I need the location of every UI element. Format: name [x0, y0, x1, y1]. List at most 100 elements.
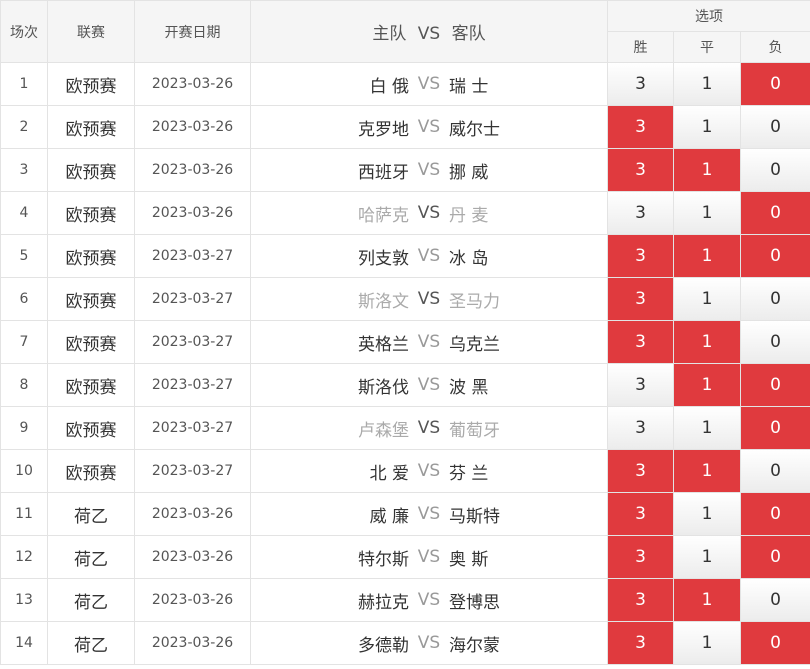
option-lose-button[interactable]: 0 [741, 407, 810, 449]
home-team: 多德勒 [358, 635, 409, 656]
match-date: 2023-03-27 [134, 406, 251, 450]
match-index: 7 [0, 320, 48, 364]
teams-cell: 斯洛伐 VS 波 黑 [250, 363, 608, 407]
option-win-button[interactable]: 3 [608, 192, 673, 234]
option-draw-button[interactable]: 1 [674, 235, 740, 277]
match-date: 2023-03-26 [134, 62, 251, 106]
option-win-button[interactable]: 3 [608, 235, 673, 277]
match-date: 2023-03-27 [134, 320, 251, 364]
option-win-button[interactable]: 3 [608, 493, 673, 535]
option-lose-cell: 0 [739, 234, 810, 278]
option-win-button[interactable]: 3 [608, 622, 673, 664]
teams-cell: 卢森堡 VS 葡萄牙 [250, 406, 608, 450]
home-team: 威 廉 [369, 506, 409, 527]
away-team: 圣马力 [449, 291, 500, 312]
option-win-button[interactable]: 3 [608, 579, 673, 621]
option-win-cell: 3 [607, 320, 674, 364]
league-name: 欧预赛 [47, 148, 135, 192]
option-lose-cell: 0 [739, 535, 810, 579]
option-draw-button[interactable]: 1 [674, 493, 740, 535]
match-date: 2023-03-26 [134, 535, 251, 579]
league-name: 荷乙 [47, 535, 135, 579]
vs-label: VS [417, 504, 441, 524]
option-win-button[interactable]: 3 [608, 364, 673, 406]
teams-cell: 多德勒 VS 海尔蒙 [250, 621, 608, 665]
option-win-button[interactable]: 3 [608, 407, 673, 449]
header-home: 主队 [372, 24, 407, 44]
match-date: 2023-03-26 [134, 191, 251, 235]
option-draw-button[interactable]: 1 [674, 106, 740, 148]
home-team: 北 爱 [369, 463, 409, 484]
option-win-button[interactable]: 3 [608, 149, 673, 191]
option-draw-button[interactable]: 1 [674, 364, 740, 406]
option-draw-button[interactable]: 1 [674, 278, 740, 320]
league-name: 欧预赛 [47, 320, 135, 364]
option-lose-button[interactable]: 0 [741, 493, 810, 535]
table-row: 10 欧预赛 2023-03-27 北 爱 VS 芬 兰310 [0, 449, 810, 493]
option-draw-button[interactable]: 1 [674, 450, 740, 492]
option-draw-cell: 1 [673, 621, 741, 665]
header-draw: 平 [673, 31, 741, 63]
table-row: 7 欧预赛 2023-03-27 英格兰 VS 乌克兰 3 1 0 [0, 320, 810, 364]
option-lose-button[interactable]: 0 [741, 321, 810, 363]
table-row: 2 欧预赛 2023-03-26 克罗地 VS 威尔士 3 1 0 [0, 105, 810, 149]
table-row: 3 欧预赛 2023-03-26 西班牙 VS 挪 威310 [0, 148, 810, 192]
header-away: 客队 [451, 24, 486, 44]
header-win: 胜 [607, 31, 674, 63]
home-team: 特尔斯 [358, 549, 409, 570]
teams-cell: 威 廉 VS 马斯特 [250, 492, 608, 536]
option-lose-button[interactable]: 0 [741, 536, 810, 578]
option-win-cell: 3 [607, 406, 674, 450]
option-lose-button[interactable]: 0 [741, 622, 810, 664]
table-row: 11 荷乙 2023-03-26 威 廉 VS 马斯特 3 1 0 [0, 492, 810, 536]
match-index: 3 [0, 148, 48, 192]
option-win-button[interactable]: 3 [608, 63, 673, 105]
option-lose-button[interactable]: 0 [741, 235, 810, 277]
option-lose-button[interactable]: 0 [741, 192, 810, 234]
option-lose-button[interactable]: 0 [741, 106, 810, 148]
header-teams: 主队 VS 客队 [250, 0, 608, 63]
option-win-button[interactable]: 3 [608, 106, 673, 148]
league-name: 欧预赛 [47, 449, 135, 493]
option-lose-cell: 0 [739, 148, 810, 192]
option-win-button[interactable]: 3 [608, 278, 673, 320]
option-lose-button[interactable]: 0 [741, 579, 810, 621]
option-win-button[interactable]: 3 [608, 450, 673, 492]
option-win-cell: 3 [607, 363, 674, 407]
match-index: 9 [0, 406, 48, 450]
option-draw-button[interactable]: 1 [674, 192, 740, 234]
option-draw-cell: 1 [673, 535, 741, 579]
option-lose-button[interactable]: 0 [741, 149, 810, 191]
table-row: 6 欧预赛 2023-03-27 斯洛文 VS 圣马力 3 1 0 [0, 277, 810, 321]
option-draw-button[interactable]: 1 [674, 63, 740, 105]
match-index: 2 [0, 105, 48, 149]
league-name: 荷乙 [47, 621, 135, 665]
option-draw-button[interactable]: 1 [674, 622, 740, 664]
home-team: 卢森堡 [358, 420, 409, 441]
option-win-button[interactable]: 3 [608, 321, 673, 363]
option-draw-cell: 1 [673, 492, 741, 536]
option-draw-button[interactable]: 1 [674, 149, 740, 191]
option-lose-button[interactable]: 0 [741, 450, 810, 492]
option-lose-button[interactable]: 0 [741, 63, 810, 105]
option-draw-button[interactable]: 1 [674, 407, 740, 449]
option-win-button[interactable]: 3 [608, 536, 673, 578]
vs-label: VS [417, 203, 441, 223]
option-win-cell: 3 [607, 621, 674, 665]
away-team: 冰 岛 [449, 248, 489, 269]
league-name: 荷乙 [47, 578, 135, 622]
option-draw-button[interactable]: 1 [674, 579, 740, 621]
option-draw-cell: 1 [673, 449, 741, 493]
table-row: 14 荷乙 2023-03-26 多德勒 VS 海尔蒙 3 1 0 [0, 621, 810, 665]
option-win-cell: 3 [607, 105, 674, 149]
away-team: 挪 威 [449, 162, 489, 183]
option-lose-button[interactable]: 0 [741, 364, 810, 406]
option-draw-button[interactable]: 1 [674, 536, 740, 578]
option-lose-button[interactable]: 0 [741, 278, 810, 320]
option-draw-button[interactable]: 1 [674, 321, 740, 363]
option-lose-cell: 0 [739, 320, 810, 364]
away-team: 芬 兰 [449, 463, 489, 484]
header-lose: 负 [739, 31, 810, 63]
vs-label: VS [417, 461, 441, 481]
home-team: 哈萨克 [358, 205, 409, 226]
